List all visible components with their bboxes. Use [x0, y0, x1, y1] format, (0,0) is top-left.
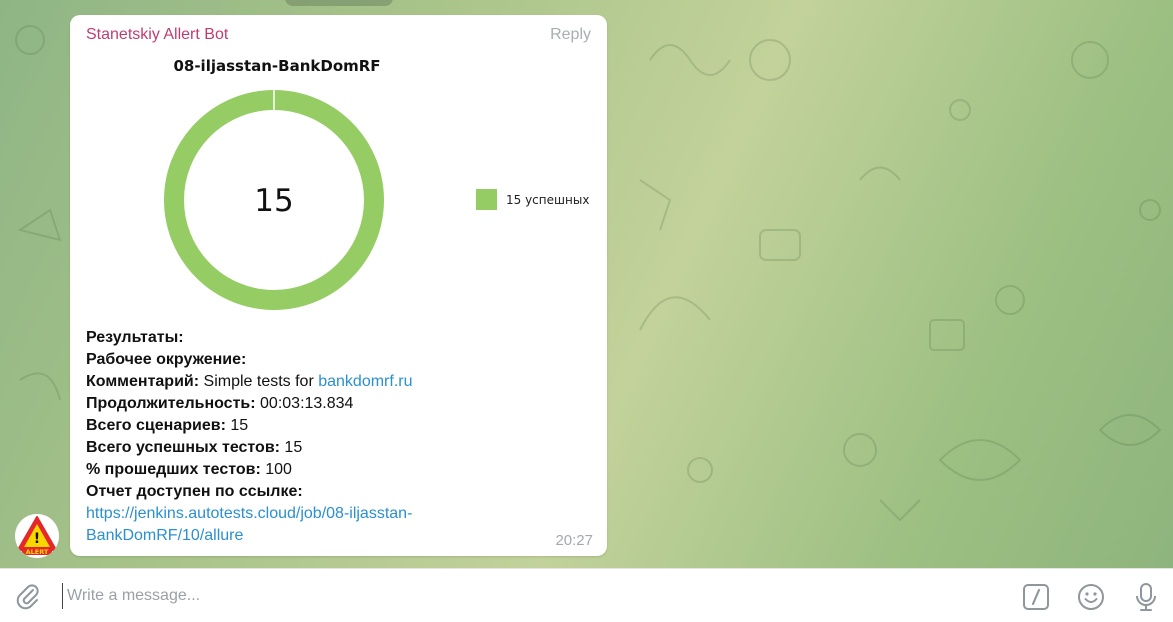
result-line-value: 15 — [279, 439, 303, 456]
result-line: Комментарий: Simple tests for bankdomrf.… — [86, 371, 596, 393]
comment-link[interactable]: bankdomrf.ru — [318, 373, 412, 390]
message-time: 20:27 — [555, 532, 593, 549]
donut-center-value: 15 — [254, 183, 293, 219]
result-line-value: 15 — [225, 417, 249, 434]
result-line: % прошедших тестов: 100 — [86, 459, 596, 481]
message-bubble: Stanetskiy Allert Bot Reply 08-iljasstan… — [70, 15, 607, 556]
result-line: Всего успешных тестов: 15 — [86, 437, 596, 459]
scroll-indicator — [285, 0, 393, 6]
result-line-label: % прошедших тестов: — [86, 461, 261, 478]
bot-avatar[interactable]: ! ALERT — [15, 514, 59, 558]
result-details: Результаты: Рабочее окружение: Комментарий… — [86, 327, 596, 547]
result-line-value: 00:03:13.834 — [255, 395, 354, 412]
result-line-label: Результаты: — [86, 329, 184, 346]
smiley-icon[interactable] — [1076, 582, 1106, 612]
result-line-label: Продолжительность: — [86, 395, 256, 412]
slash-commands-icon[interactable] — [1022, 583, 1050, 611]
alert-badge-text: ALERT — [26, 548, 49, 556]
chart-legend: 15 успешных — [476, 189, 589, 210]
report-link-part2[interactable]: BankDomRF/10/allure — [86, 527, 243, 544]
donut-chart: 08-iljasstan-BankDomRF 15 15 успешных — [70, 55, 607, 325]
alert-exclamation: ! — [34, 531, 40, 547]
legend-swatch — [476, 189, 497, 210]
sender-name[interactable]: Stanetskiy Allert Bot — [86, 26, 228, 44]
result-line-label: Отчет доступен по ссылке: — [86, 483, 303, 500]
message-composer — [0, 568, 1173, 622]
result-line-label: Всего сценариев: — [86, 417, 226, 434]
result-line-value: Simple tests for — [199, 373, 319, 390]
microphone-icon[interactable] — [1132, 582, 1160, 612]
result-line-label: Всего успешных тестов: — [86, 439, 280, 456]
result-line: Отчет доступен по ссылке: — [86, 481, 596, 503]
result-line: Продолжительность: 00:03:13.834 — [86, 393, 596, 415]
report-link-part1[interactable]: https://jenkins.autotests.cloud/job/08-i… — [86, 505, 412, 522]
result-line: Рабочее окружение: — [86, 349, 596, 371]
message-input[interactable] — [62, 583, 962, 609]
result-line-label: Комментарий: — [86, 373, 200, 390]
result-line-label: Рабочее окружение: — [86, 351, 247, 368]
paperclip-icon[interactable] — [14, 582, 42, 610]
result-line: Всего сценариев: 15 — [86, 415, 596, 437]
result-line-value: 100 — [260, 461, 292, 478]
alert-icon: ! ALERT — [15, 514, 59, 558]
result-line: Результаты: — [86, 327, 596, 349]
reply-button[interactable]: Reply — [550, 26, 591, 44]
report-link[interactable]: https://jenkins.autotests.cloud/job/08-i… — [86, 503, 596, 547]
legend-label: 15 успешных — [506, 192, 590, 207]
